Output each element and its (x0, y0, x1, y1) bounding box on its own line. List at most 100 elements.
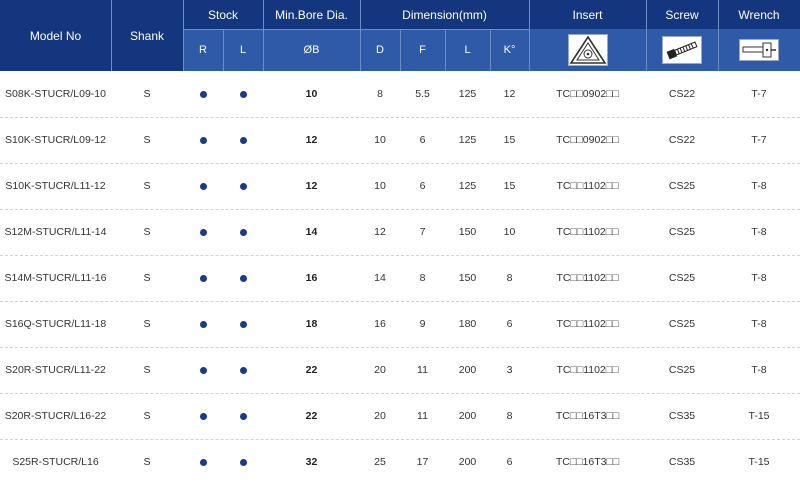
cell-dim-d: 20 (360, 347, 400, 393)
cell-model: S20R-STUCR/L16-22 (0, 393, 111, 439)
cell-model: S08K-STUCR/L09-10 (0, 71, 111, 117)
header-row-top: Model No Shank Stock Min.Bore Dia. Dimen… (0, 0, 800, 71)
cell-min-bore-value: 12 (305, 134, 318, 146)
cell-screw-value: CS25 (668, 364, 696, 376)
table-row: S10K-STUCR/L11-12 S 12 10 6 125 15 TC□□1102□□ CS… (0, 163, 800, 209)
cell-min-bore: 12 (263, 163, 360, 209)
table-row: S20R-STUCR/L11-22 S 22 20 11 200 3 TC□□1102□□ CS… (0, 347, 800, 393)
cell-min-bore-value: 18 (305, 318, 318, 330)
header-bore-b: ØB (263, 29, 360, 71)
row-separator (0, 393, 800, 394)
cell-dim-f: 17 (400, 439, 445, 485)
cell-min-bore-value: 16 (305, 272, 318, 284)
cell-dim-f-value: 7 (419, 226, 426, 238)
header-wrench: Wrench (718, 0, 800, 29)
cell-screw-value: CS35 (668, 410, 696, 422)
cell-wrench: T-8 (718, 209, 800, 255)
cell-min-bore-value: 14 (305, 226, 318, 238)
cell-shank-value: S (143, 272, 151, 284)
header-min-bore: Min.Bore Dia. (263, 0, 360, 29)
cell-dim-l-value: 180 (458, 318, 477, 330)
cell-dim-d-value: 10 (374, 134, 386, 146)
cell-min-bore-value: 22 (305, 410, 318, 422)
header-dim-f-label: F (419, 44, 426, 56)
cell-shank-value: S (143, 226, 151, 238)
cell-model-value: S12M-STUCR/L11-14 (4, 226, 107, 238)
table-row: S20R-STUCR/L16-22 S 22 20 11 200 8 TC□□16T3□□ CS… (0, 393, 800, 439)
cell-dim-l: 150 (445, 209, 490, 255)
cell-dim-k: 3 (490, 347, 529, 393)
stock-dot-icon (239, 136, 247, 144)
stock-dot-icon (239, 320, 247, 328)
cell-shank-value: S (143, 318, 151, 330)
cell-stock-r (183, 393, 223, 439)
stock-dot-icon (199, 412, 207, 420)
stock-dot-icon (199, 228, 207, 236)
cell-dim-k-value: 10 (503, 226, 516, 238)
stock-dot-icon (239, 458, 247, 466)
cell-wrench-value: T-8 (751, 364, 767, 376)
stock-dot-icon (199, 274, 207, 282)
cell-insert: TC□□1102□□ (529, 347, 646, 393)
cell-dim-l: 125 (445, 71, 490, 117)
cell-dim-f-value: 8 (419, 272, 426, 284)
cell-wrench-value: T-7 (751, 88, 767, 100)
cell-insert-value: TC□□1102□□ (556, 180, 619, 192)
cell-shank: S (111, 117, 183, 163)
cell-wrench-value: T-15 (748, 456, 770, 468)
cell-insert: TC□□16T3□□ (529, 393, 646, 439)
cell-min-bore: 32 (263, 439, 360, 485)
cell-stock-r (183, 117, 223, 163)
cell-dim-d: 12 (360, 209, 400, 255)
cell-model: S12M-STUCR/L11-14 (0, 209, 111, 255)
header-insert-label: Insert (572, 7, 603, 22)
cell-shank: S (111, 301, 183, 347)
cell-wrench-value: T-8 (751, 180, 767, 192)
cell-dim-d-value: 14 (374, 272, 386, 284)
cell-model-value: S08K-STUCR/L09-10 (5, 88, 106, 100)
cell-screw: CS35 (646, 439, 718, 485)
header-screw-icon-cell (646, 29, 718, 71)
cell-insert-value: TC□□0902□□ (556, 134, 619, 146)
cell-dim-f-value: 6 (419, 180, 426, 192)
cell-dim-k: 15 (490, 117, 529, 163)
header-bore-b-label: ØB (303, 44, 320, 56)
header-dim-l: L (445, 29, 490, 71)
cell-dim-l-value: 150 (458, 226, 477, 238)
cell-shank: S (111, 209, 183, 255)
cell-min-bore: 14 (263, 209, 360, 255)
wrench-icon (739, 39, 779, 61)
cell-dim-d-value: 10 (374, 180, 386, 192)
cell-wrench: T-8 (718, 163, 800, 209)
cell-insert: TC□□1102□□ (529, 255, 646, 301)
cell-dim-f: 6 (400, 117, 445, 163)
cell-dim-d: 14 (360, 255, 400, 301)
cell-stock-l (223, 439, 263, 485)
cell-stock-l (223, 347, 263, 393)
header-dim-f: F (400, 29, 445, 71)
cell-min-bore-value: 32 (305, 456, 318, 468)
cell-dim-d-value: 20 (374, 364, 386, 376)
header-screw-label: Screw (665, 7, 699, 22)
cell-model-value: S10K-STUCR/L11-12 (5, 180, 106, 192)
row-separator (0, 347, 800, 348)
cell-dim-f: 6 (400, 163, 445, 209)
cell-dim-k: 10 (490, 209, 529, 255)
cell-dim-d-value: 16 (374, 318, 386, 330)
cell-model: S14M-STUCR/L11-16 (0, 255, 111, 301)
cell-min-bore: 22 (263, 347, 360, 393)
cell-screw-value: CS22 (668, 88, 696, 100)
stock-dot-icon (199, 320, 207, 328)
cell-dim-f-value: 6 (419, 134, 426, 146)
cell-insert-value: TC□□1102□□ (556, 364, 619, 376)
cell-model-value: S25R-STUCR/L16 (12, 456, 99, 468)
cell-stock-r (183, 439, 223, 485)
cell-insert: TC□□1102□□ (529, 163, 646, 209)
cell-dim-d-value: 25 (374, 456, 386, 468)
cell-model-value: S20R-STUCR/L11-22 (5, 364, 106, 376)
cell-wrench: T-7 (718, 71, 800, 117)
cell-screw: CS22 (646, 117, 718, 163)
cell-screw: CS25 (646, 209, 718, 255)
cell-screw: CS22 (646, 71, 718, 117)
cell-dim-f: 9 (400, 301, 445, 347)
